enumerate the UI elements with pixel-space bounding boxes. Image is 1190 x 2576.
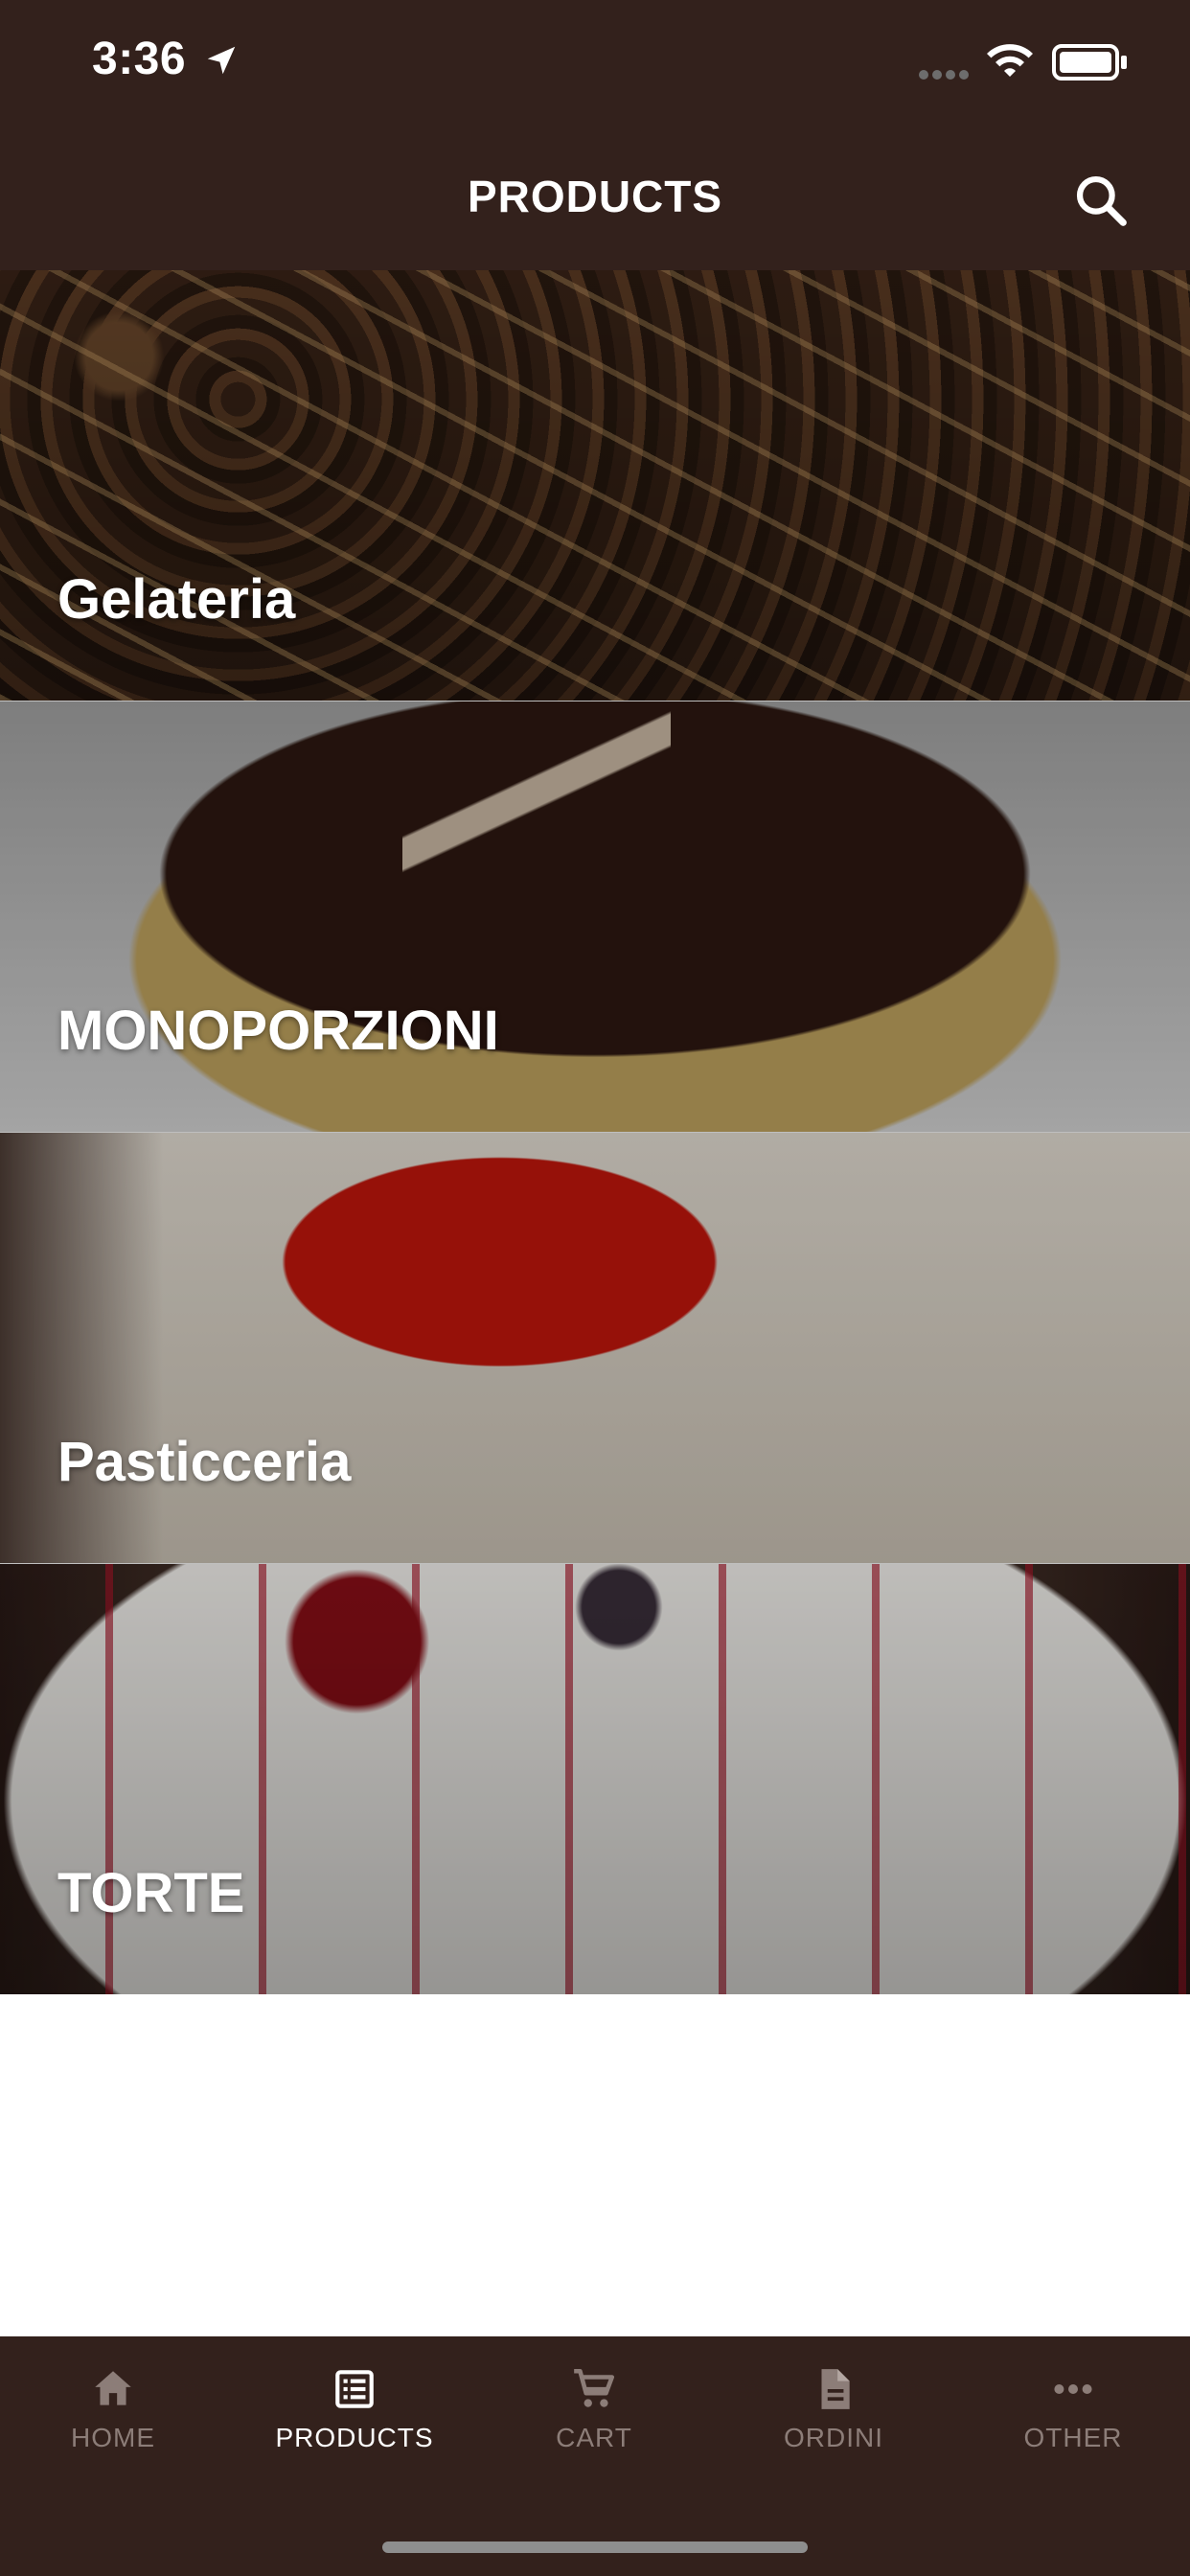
tab-cart[interactable]: CART bbox=[498, 2365, 690, 2480]
tab-products[interactable]: PRODUCTS bbox=[259, 2365, 450, 2480]
category-gelateria[interactable]: Gelateria bbox=[0, 270, 1190, 701]
cart-icon bbox=[574, 2368, 615, 2407]
category-pasticceria[interactable]: Pasticceria bbox=[0, 1132, 1190, 1563]
tab-home[interactable]: HOME bbox=[17, 2365, 209, 2480]
category-label: Gelateria bbox=[57, 568, 296, 631]
tab-label: HOME bbox=[71, 2423, 155, 2452]
more-icon bbox=[1054, 2384, 1092, 2394]
list-icon bbox=[335, 2370, 374, 2408]
home-indicator[interactable] bbox=[382, 2542, 808, 2553]
document-icon bbox=[821, 2369, 850, 2409]
category-label: MONOPORZIONI bbox=[57, 1000, 499, 1062]
status-time: 3:36 bbox=[92, 34, 187, 84]
wifi-icon bbox=[987, 44, 1033, 77]
tab-label: PRODUCTS bbox=[275, 2423, 434, 2452]
category-label: TORTE bbox=[57, 1862, 245, 1924]
bottom-tab-bar: HOME PRODUCTS CART ORDINI OTHER bbox=[0, 2336, 1190, 2576]
app-screen: 3:36 PRODUCTS Gelateria MONOPORZIONI Pas… bbox=[0, 0, 1190, 2576]
tab-label: CART bbox=[556, 2423, 632, 2452]
category-label: Pasticceria bbox=[57, 1431, 352, 1493]
home-icon bbox=[95, 2371, 131, 2405]
location-arrow-icon bbox=[207, 46, 236, 75]
top-bar: 3:36 PRODUCTS bbox=[0, 0, 1190, 270]
search-icon[interactable] bbox=[1071, 171, 1131, 230]
category-list: Gelateria MONOPORZIONI Pasticceria TORTE bbox=[0, 270, 1190, 1994]
category-torte[interactable]: TORTE bbox=[0, 1563, 1190, 1994]
signal-dots-icon bbox=[919, 70, 969, 80]
tab-label: ORDINI bbox=[784, 2423, 883, 2452]
category-monoporzioni[interactable]: MONOPORZIONI bbox=[0, 701, 1190, 1132]
tab-label: OTHER bbox=[1023, 2423, 1123, 2452]
page-title: PRODUCTS bbox=[467, 172, 723, 221]
battery-icon bbox=[1052, 44, 1127, 80]
tab-ordini[interactable]: ORDINI bbox=[738, 2365, 929, 2480]
tab-other[interactable]: OTHER bbox=[977, 2365, 1169, 2480]
